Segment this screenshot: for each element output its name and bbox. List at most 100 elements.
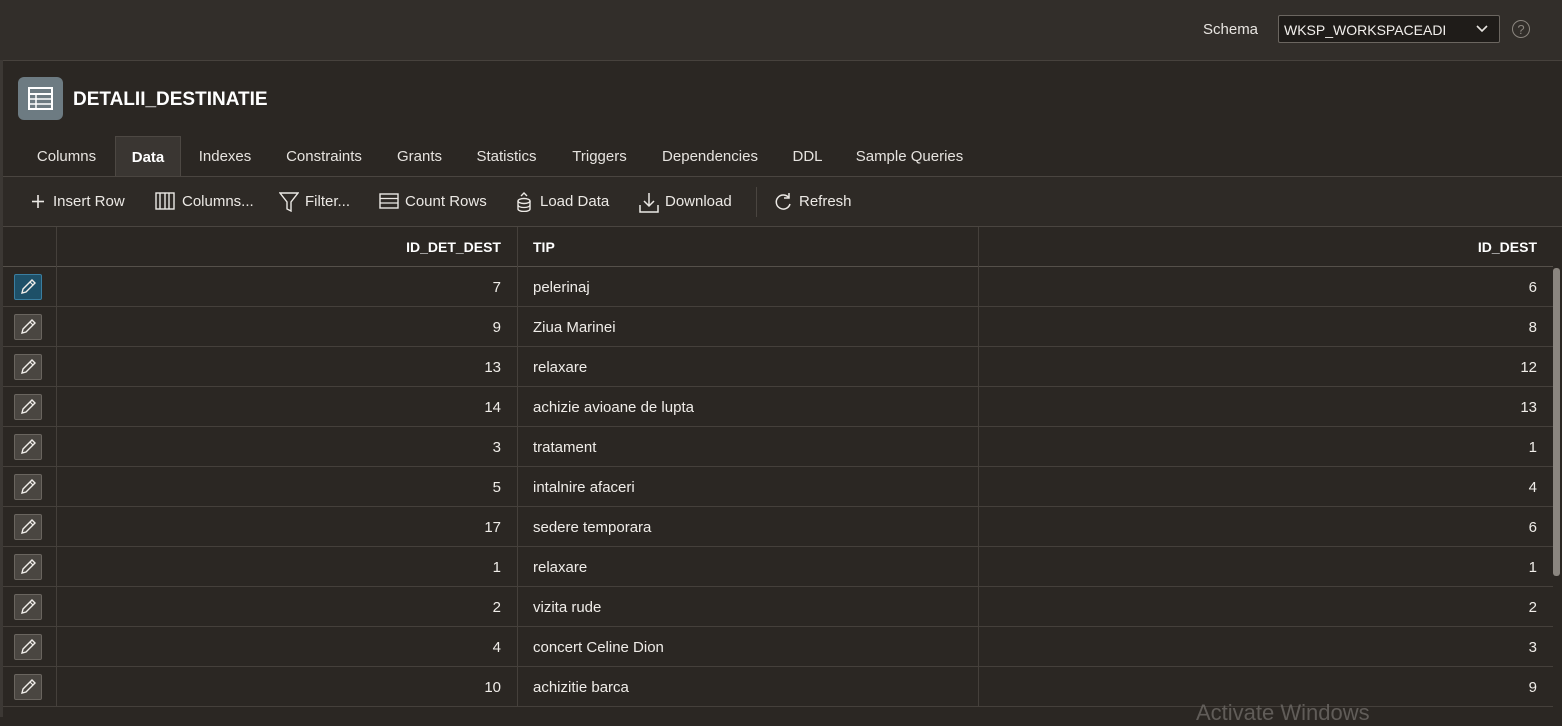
- table-row[interactable]: 17 sedere temporara 6: [3, 507, 1553, 547]
- tab-columns[interactable]: Columns: [18, 136, 115, 176]
- edit-row-button[interactable]: [14, 514, 42, 540]
- edit-row-button[interactable]: [14, 674, 42, 700]
- table-row[interactable]: 14 achizie avioane de lupta 13: [3, 387, 1553, 427]
- database-upload-icon: [517, 192, 531, 212]
- edit-row-button[interactable]: [14, 394, 42, 420]
- header-id-dest[interactable]: ID_DEST: [978, 227, 1553, 267]
- cell-id-det-dest[interactable]: 3: [56, 427, 517, 466]
- tab-constraints[interactable]: Constraints: [269, 136, 379, 176]
- table-row[interactable]: 5 intalnire afaceri 4: [3, 467, 1553, 507]
- top-bar: Schema WKSP_WORKSPACEADI ?: [0, 0, 1562, 61]
- download-button[interactable]: Download: [638, 190, 738, 214]
- header-id-det-dest[interactable]: ID_DET_DEST: [56, 227, 517, 267]
- load-data-label: Load Data: [540, 193, 610, 210]
- cell-tip[interactable]: Ziua Marinei: [517, 307, 978, 346]
- cell-tip[interactable]: concert Celine Dion: [517, 627, 978, 666]
- columns-button[interactable]: Columns...: [155, 190, 255, 214]
- insert-row-button[interactable]: Insert Row: [30, 190, 130, 214]
- edit-row-button[interactable]: [14, 314, 42, 340]
- filter-button[interactable]: Filter...: [279, 190, 354, 214]
- edit-row-button[interactable]: [14, 474, 42, 500]
- cell-id-det-dest[interactable]: 4: [56, 627, 517, 666]
- cell-id-det-dest[interactable]: 2: [56, 587, 517, 626]
- cell-tip[interactable]: pelerinaj: [517, 267, 978, 306]
- cell-id-det-dest[interactable]: 7: [56, 267, 517, 306]
- page-title: DETALII_DESTINATIE: [73, 89, 268, 110]
- cell-tip[interactable]: achizie avioane de lupta: [517, 387, 978, 426]
- scrollbar-thumb[interactable]: [1553, 268, 1560, 576]
- table-row[interactable]: 7 pelerinaj 6: [3, 267, 1553, 307]
- cell-id-dest[interactable]: 1: [978, 427, 1553, 466]
- cell-tip[interactable]: relaxare: [517, 347, 978, 386]
- cell-id-dest[interactable]: 2: [978, 587, 1553, 626]
- refresh-button[interactable]: Refresh: [773, 190, 853, 214]
- plus-icon: [32, 195, 44, 208]
- grid-header: ID_DET_DEST TIP ID_DEST: [3, 227, 1553, 267]
- data-grid: ID_DET_DEST TIP ID_DEST 7 pelerinaj 6 9 Ziua…: [3, 227, 1553, 717]
- download-label: Download: [665, 193, 732, 210]
- help-icon[interactable]: ?: [1512, 20, 1530, 38]
- schema-label: Schema: [1203, 21, 1259, 38]
- edit-row-button[interactable]: [14, 634, 42, 660]
- cell-tip[interactable]: intalnire afaceri: [517, 467, 978, 506]
- activate-windows-watermark: Activate Windows: [1196, 700, 1370, 725]
- tab-grants[interactable]: Grants: [379, 136, 460, 176]
- edit-row-button[interactable]: [14, 554, 42, 580]
- edit-cell: [3, 667, 55, 706]
- tab-statistics[interactable]: Statistics: [460, 136, 553, 176]
- edit-cell: [3, 267, 55, 306]
- filter-label: Filter...: [305, 193, 351, 210]
- edit-cell: [3, 307, 55, 346]
- cell-id-dest[interactable]: 6: [978, 507, 1553, 546]
- tab-ddl[interactable]: DDL: [774, 136, 841, 176]
- edit-cell: [3, 627, 55, 666]
- header-tip[interactable]: TIP: [517, 227, 978, 267]
- cell-id-dest[interactable]: 8: [978, 307, 1553, 346]
- cell-tip[interactable]: vizita rude: [517, 587, 978, 626]
- refresh-label: Refresh: [799, 193, 852, 210]
- cell-id-dest[interactable]: 3: [978, 627, 1553, 666]
- load-data-button[interactable]: Load Data: [515, 190, 611, 214]
- tab-sample-queries[interactable]: Sample Queries: [841, 136, 978, 176]
- download-icon: [639, 193, 659, 213]
- tab-triggers[interactable]: Triggers: [553, 136, 646, 176]
- count-rows-button[interactable]: Count Rows: [379, 190, 489, 214]
- edit-row-button[interactable]: [14, 594, 42, 620]
- cell-tip[interactable]: sedere temporara: [517, 507, 978, 546]
- table-row[interactable]: 13 relaxare 12: [3, 347, 1553, 387]
- edit-row-button[interactable]: [14, 354, 42, 380]
- schema-select[interactable]: WKSP_WORKSPACEADI: [1278, 15, 1500, 43]
- edit-row-button[interactable]: [14, 434, 42, 460]
- edit-cell: [3, 587, 55, 626]
- tab-dependencies[interactable]: Dependencies: [646, 136, 774, 176]
- cell-id-det-dest[interactable]: 10: [56, 667, 517, 706]
- table-row[interactable]: 2 vizita rude 2: [3, 587, 1553, 627]
- table-row[interactable]: 4 concert Celine Dion 3: [3, 627, 1553, 667]
- cell-id-dest[interactable]: 6: [978, 267, 1553, 306]
- rows-icon: [379, 193, 399, 209]
- cell-id-dest[interactable]: 4: [978, 467, 1553, 506]
- header-edit-column: [3, 227, 56, 267]
- cell-tip[interactable]: achizitie barca: [517, 667, 978, 706]
- cell-id-dest[interactable]: 13: [978, 387, 1553, 426]
- tab-data[interactable]: Data: [115, 136, 181, 176]
- data-toolbar: Insert Row Columns... Filter... Count Ro…: [3, 176, 1562, 227]
- table-row[interactable]: 3 tratament 1: [3, 427, 1553, 467]
- tab-indexes[interactable]: Indexes: [181, 136, 269, 176]
- cell-id-det-dest[interactable]: 17: [56, 507, 517, 546]
- cell-tip[interactable]: relaxare: [517, 547, 978, 586]
- columns-icon: [155, 192, 175, 210]
- cell-id-det-dest[interactable]: 14: [56, 387, 517, 426]
- cell-id-dest[interactable]: 1: [978, 547, 1553, 586]
- cell-id-det-dest[interactable]: 13: [56, 347, 517, 386]
- cell-tip[interactable]: tratament: [517, 427, 978, 466]
- cell-id-det-dest[interactable]: 1: [56, 547, 517, 586]
- insert-row-label: Insert Row: [53, 193, 125, 210]
- table-row[interactable]: 1 relaxare 1: [3, 547, 1553, 587]
- cell-id-dest[interactable]: 12: [978, 347, 1553, 386]
- edit-row-button[interactable]: [14, 274, 42, 300]
- edit-cell: [3, 507, 55, 546]
- cell-id-det-dest[interactable]: 5: [56, 467, 517, 506]
- table-row[interactable]: 9 Ziua Marinei 8: [3, 307, 1553, 347]
- cell-id-det-dest[interactable]: 9: [56, 307, 517, 346]
